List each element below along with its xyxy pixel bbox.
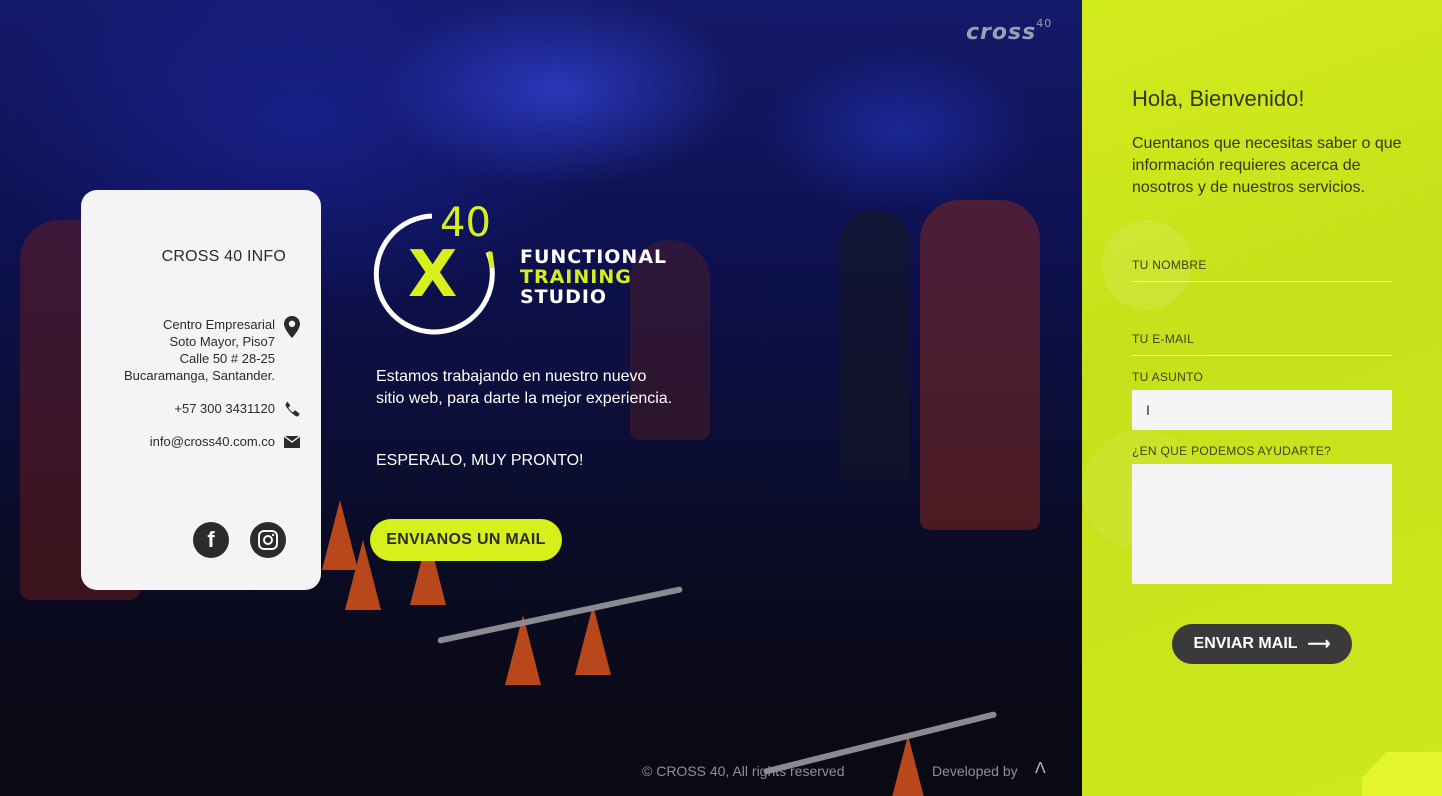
corner-logo-text: cross bbox=[966, 20, 1037, 45]
hero-cta-text: ESPERALO, MUY PRONTO! bbox=[376, 452, 584, 469]
arrow-right-icon: ⟶ bbox=[1307, 636, 1331, 653]
info-card-title: CROSS 40 INFO bbox=[161, 248, 286, 265]
send-mail-label: ENVIAR MAIL bbox=[1193, 635, 1298, 652]
contact-form-panel: Hola, Bienvenido! Cuentanos que necesita… bbox=[1082, 0, 1442, 796]
corner-decoration bbox=[1362, 752, 1442, 796]
instagram-icon[interactable] bbox=[250, 522, 286, 558]
info-card: CROSS 40 INFO Centro Empresarial Soto Ma… bbox=[81, 190, 321, 590]
corner-logo-sup: 40 bbox=[1036, 16, 1053, 30]
email-input[interactable] bbox=[1132, 332, 1392, 356]
email-text[interactable]: info@cross40.com.co bbox=[150, 433, 275, 450]
footer-developed-by: Developed by bbox=[932, 763, 1018, 779]
subject-label: TU ASUNTO bbox=[1132, 370, 1204, 384]
send-mail-button[interactable]: ENVIAR MAIL ⟶ bbox=[1172, 624, 1352, 664]
subject-input[interactable] bbox=[1132, 390, 1392, 430]
social-links: f bbox=[193, 522, 286, 558]
logo-x-mark: X bbox=[408, 238, 457, 312]
address-row: Centro Empresarial Soto Mayor, Piso7 Cal… bbox=[101, 316, 301, 384]
facebook-icon[interactable]: f bbox=[193, 522, 229, 558]
hero-message: Estamos trabajando en nuestro nuevo siti… bbox=[376, 368, 673, 407]
address-line: Calle 50 # 28-25 bbox=[179, 351, 275, 366]
map-pin-icon bbox=[283, 316, 301, 338]
address-line: Centro Empresarial bbox=[163, 317, 275, 332]
message-label: ¿EN QUE PODEMOS AYUDARTE? bbox=[1132, 444, 1332, 458]
send-us-mail-button[interactable]: ENVIANOS UN MAIL bbox=[370, 519, 562, 561]
address-line: Soto Mayor, Piso7 bbox=[169, 334, 276, 349]
envelope-icon bbox=[283, 435, 301, 448]
tagline-line: FUNCTIONAL bbox=[520, 246, 668, 268]
developer-logo-icon[interactable]: Λ bbox=[1035, 760, 1046, 778]
logo-number: 40 bbox=[440, 200, 491, 246]
facebook-glyph: f bbox=[207, 527, 215, 552]
email-row: info@cross40.com.co bbox=[101, 433, 301, 450]
phone-row: +57 300 3431120 bbox=[101, 400, 301, 417]
address-line: Bucaramanga, Santander. bbox=[123, 368, 275, 383]
message-textarea[interactable] bbox=[1132, 464, 1392, 584]
phone-icon bbox=[283, 401, 301, 417]
corner-brand-logo: cross40 bbox=[966, 16, 1053, 45]
footer-copyright: © CROSS 40, All rights reserved bbox=[642, 763, 845, 779]
training-cone bbox=[890, 735, 926, 796]
background-figure bbox=[840, 210, 910, 480]
tagline-line-accent: TRAINING bbox=[520, 266, 632, 288]
form-subtitle: Cuentanos que necesitas saber o que info… bbox=[1132, 135, 1402, 196]
training-cone bbox=[575, 605, 611, 675]
phone-text[interactable]: +57 300 3431120 bbox=[174, 400, 275, 417]
tagline-line: STUDIO bbox=[520, 286, 608, 308]
address-text: Centro Empresarial Soto Mayor, Piso7 Cal… bbox=[124, 316, 275, 384]
logo-tagline: FUNCTIONAL TRAINING STUDIO bbox=[520, 247, 667, 307]
form-title: Hola, Bienvenido! bbox=[1132, 86, 1305, 111]
name-input[interactable] bbox=[1132, 258, 1392, 282]
background-figure bbox=[920, 200, 1040, 530]
